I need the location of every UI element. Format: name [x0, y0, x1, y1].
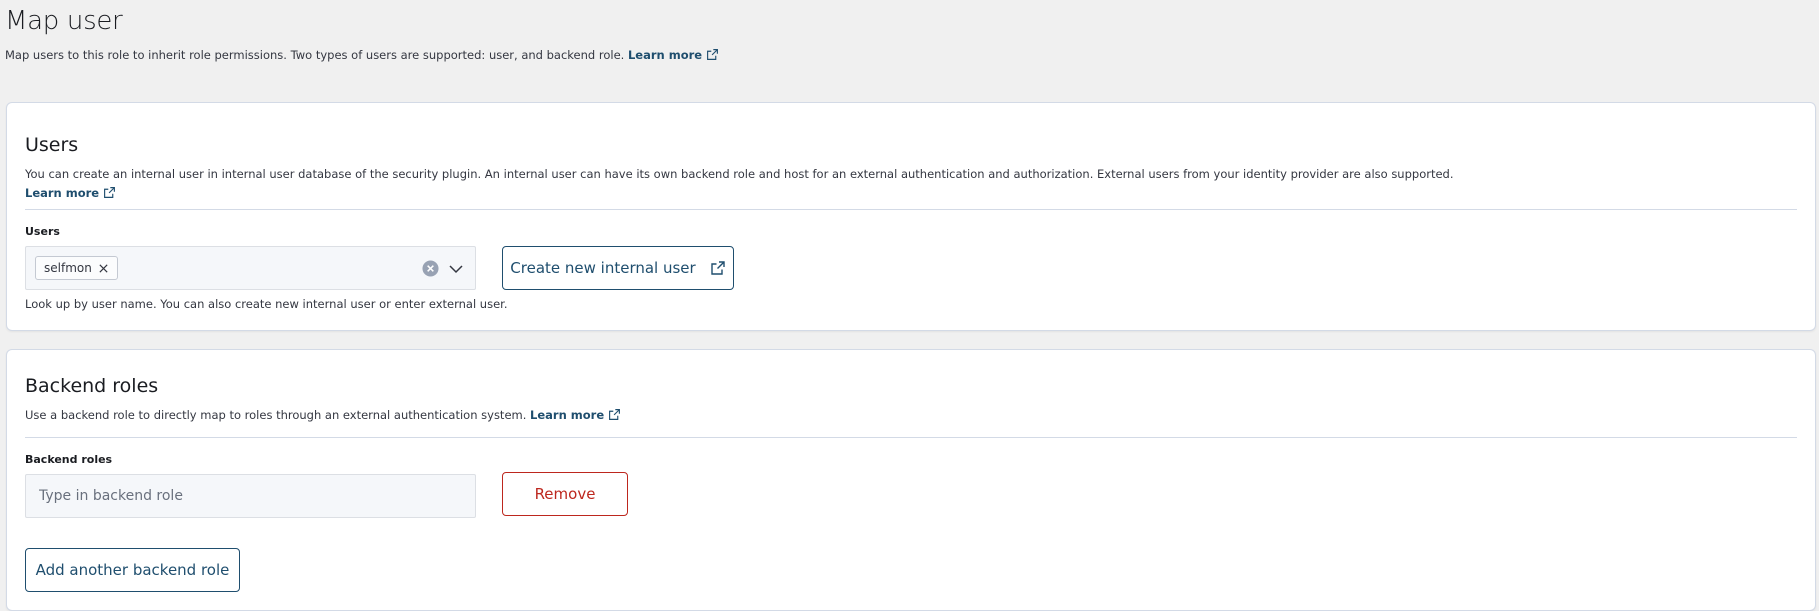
add-backend-role-label: Add another backend role: [35, 561, 230, 579]
backend-roles-panel-title: Backend roles: [25, 375, 159, 397]
users-panel: Users You can create an internal user in…: [6, 102, 1816, 331]
users-panel-title: Users: [25, 134, 79, 156]
backend-role-input[interactable]: [25, 474, 476, 518]
learn-more-label: Learn more: [25, 186, 100, 200]
users-help-text: Look up by user name. You can also creat…: [25, 297, 508, 311]
backend-learn-more-link[interactable]: Learn more: [530, 408, 621, 422]
remove-button-label: Remove: [534, 485, 596, 503]
users-field-label: Users: [25, 225, 60, 238]
page-title: Map user: [5, 6, 123, 36]
page-description-text: Map users to this role to inherit role p…: [5, 48, 625, 62]
users-panel-description: You can create an internal user in inter…: [25, 165, 1797, 203]
create-internal-user-label: Create new internal user: [510, 259, 696, 277]
users-panel-description-text: You can create an internal user in inter…: [25, 167, 1454, 181]
backend-roles-description-text: Use a backend role to directly map to ro…: [25, 408, 527, 422]
users-divider: [25, 209, 1797, 210]
external-link-icon: [103, 186, 116, 199]
close-icon[interactable]: [98, 263, 109, 274]
external-link-icon: [710, 260, 726, 276]
users-combobox[interactable]: selfmon: [25, 246, 476, 290]
external-link-icon: [608, 408, 621, 421]
chevron-down-icon[interactable]: [448, 261, 464, 277]
add-backend-role-button[interactable]: Add another backend role: [25, 548, 240, 592]
external-link-icon: [706, 48, 719, 61]
remove-backend-role-button[interactable]: Remove: [502, 472, 628, 516]
users-learn-more-link[interactable]: Learn more: [25, 186, 116, 200]
learn-more-label: Learn more: [530, 408, 605, 422]
user-chip-label: selfmon: [44, 261, 92, 275]
map-user-page: Map user Map users to this role to inher…: [0, 0, 1819, 611]
clear-circle-icon[interactable]: [422, 260, 439, 277]
page-description: Map users to this role to inherit role p…: [5, 48, 719, 62]
backend-roles-description: Use a backend role to directly map to ro…: [25, 406, 1797, 425]
backend-roles-divider: [25, 437, 1797, 438]
learn-more-label: Learn more: [627, 48, 703, 62]
create-internal-user-button[interactable]: Create new internal user: [502, 246, 734, 290]
page-learn-more-link[interactable]: Learn more: [628, 48, 719, 62]
user-chip: selfmon: [35, 256, 118, 280]
backend-roles-field-label: Backend roles: [25, 453, 113, 466]
backend-roles-panel: Backend roles Use a backend role to dire…: [6, 349, 1816, 611]
